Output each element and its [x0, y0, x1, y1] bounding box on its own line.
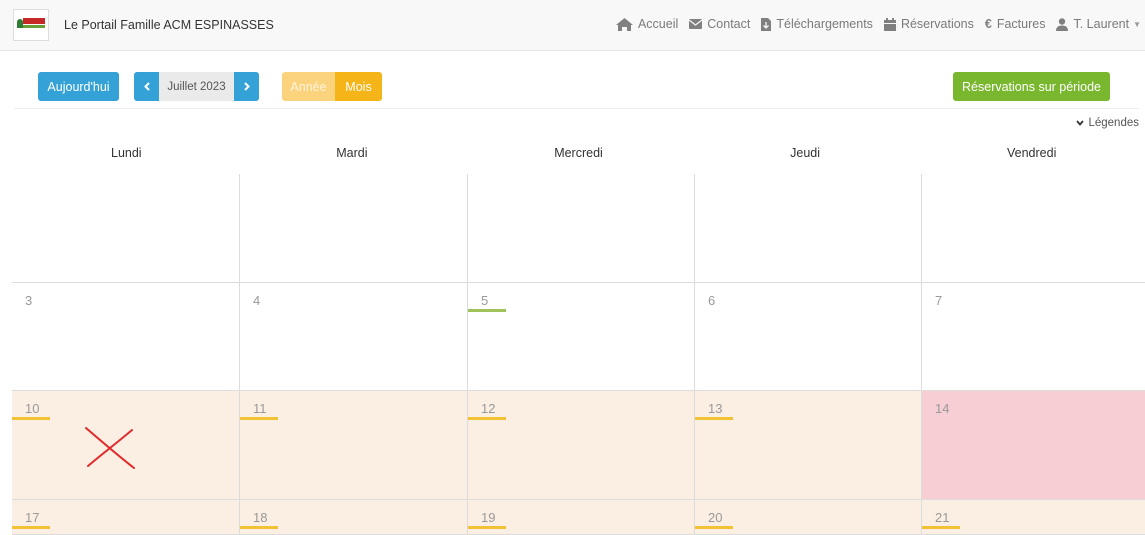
nav-telechargements[interactable]: Téléchargements: [761, 17, 873, 31]
nav-label: Contact: [707, 17, 751, 31]
nav-label: T. Laurent: [1073, 17, 1130, 31]
calendar-week-row: [0, 174, 1145, 283]
weekday-label: Jeudi: [790, 146, 821, 160]
home-icon: [615, 17, 633, 31]
day-number: 20: [708, 510, 723, 525]
day-number: 17: [25, 510, 40, 525]
calendar-day-cell[interactable]: [695, 174, 922, 283]
day-number: 14: [935, 401, 950, 416]
logo[interactable]: [13, 9, 49, 41]
reservation-indicator[interactable]: [468, 417, 506, 420]
calendar-day-cell[interactable]: 11: [240, 391, 468, 500]
calendar-day-cell[interactable]: 6: [695, 283, 922, 391]
calendar-day-cell[interactable]: 19: [468, 500, 695, 535]
chevron-down-icon: [1076, 120, 1085, 126]
calendar-week-row: 3 4 5 6 7: [0, 283, 1145, 391]
calendar-day-cell[interactable]: 13: [695, 391, 922, 500]
year-view-button[interactable]: Année: [282, 72, 335, 101]
current-month-label: Juillet 2023: [159, 72, 234, 101]
day-number: 12: [481, 401, 496, 416]
file-download-icon: [761, 17, 772, 31]
day-number: 19: [481, 510, 496, 525]
nav-label: Accueil: [637, 17, 679, 31]
calendar-day-cell[interactable]: 5: [468, 283, 695, 391]
calendar-day-cell[interactable]: 20: [695, 500, 922, 535]
day-number: 21: [935, 510, 950, 525]
reservation-indicator[interactable]: [468, 309, 506, 312]
month-view-button[interactable]: Mois: [335, 72, 382, 101]
weekday-label: Lundi: [111, 146, 142, 160]
calendar-day-cell[interactable]: [922, 174, 1145, 283]
nav-label: Réservations: [900, 17, 974, 31]
reservation-indicator[interactable]: [240, 417, 278, 420]
chevron-right-icon: [243, 82, 250, 91]
envelope-icon: [689, 19, 703, 29]
day-number: 13: [708, 401, 723, 416]
today-button[interactable]: Aujourd'hui: [38, 72, 119, 101]
calendar-day-cell[interactable]: [468, 174, 695, 283]
nav-accueil[interactable]: Accueil: [615, 17, 679, 31]
weekday-label: Mercredi: [554, 146, 603, 160]
calendar-day-cell[interactable]: 4: [240, 283, 468, 391]
nav-contact[interactable]: Contact: [689, 17, 750, 31]
day-number: 18: [253, 510, 268, 525]
euro-icon: €: [984, 17, 992, 31]
weekday-header: Lundi Mardi Mercredi Jeudi Vendredi: [0, 146, 1145, 174]
calendar-icon: [883, 17, 896, 31]
legend-label: Légendes: [1088, 117, 1139, 129]
calendar-day-cell[interactable]: 18: [240, 500, 468, 535]
chevron-left-icon: [143, 82, 150, 91]
weekday-label: Vendredi: [1007, 146, 1057, 160]
calendar-day-cell[interactable]: 17: [12, 500, 240, 535]
nav-label: Factures: [996, 17, 1046, 31]
day-number: 7: [935, 293, 943, 308]
top-navbar: Le Portail Famille ACM ESPINASSES Accuei…: [0, 0, 1145, 51]
period-reservation-button[interactable]: Réservations sur période: [953, 72, 1110, 101]
day-number: 3: [25, 293, 33, 308]
nav-reservations[interactable]: Réservations: [883, 17, 974, 31]
nav-user-menu[interactable]: T. Laurent ▼: [1056, 17, 1141, 31]
day-number: 5: [481, 293, 489, 308]
main-nav: Accueil Contact Téléchargements Réservat…: [605, 17, 1141, 31]
reservation-indicator[interactable]: [12, 417, 50, 420]
calendar-day-cell[interactable]: 7: [922, 283, 1145, 391]
reservation-indicator[interactable]: [12, 526, 50, 529]
reservation-indicator[interactable]: [922, 526, 960, 529]
day-number: 4: [253, 293, 261, 308]
reservation-indicator[interactable]: [695, 526, 733, 529]
day-number: 6: [708, 293, 716, 308]
prev-month-button[interactable]: [134, 72, 159, 101]
next-month-button[interactable]: [234, 72, 259, 101]
toolbar-divider: [14, 108, 1139, 109]
nav-label: Téléchargements: [776, 17, 873, 31]
user-icon: [1056, 17, 1069, 31]
day-number: 11: [253, 401, 267, 416]
calendar-week-row: 10 11 12 13 14: [0, 391, 1145, 500]
calendar-day-cell[interactable]: 14: [922, 391, 1145, 500]
legend-toggle[interactable]: Légendes: [1076, 117, 1139, 129]
cross-mark-icon: [85, 427, 135, 469]
chevron-down-icon: ▼: [1133, 19, 1141, 29]
calendar-week-row: 17 18 19 20 21: [0, 500, 1145, 535]
calendar-day-cell[interactable]: 12: [468, 391, 695, 500]
calendar-day-cell[interactable]: [240, 174, 468, 283]
reservation-indicator[interactable]: [240, 526, 278, 529]
weekday-label: Mardi: [336, 146, 368, 160]
nav-factures[interactable]: € Factures: [985, 17, 1046, 31]
reservation-indicator[interactable]: [695, 417, 733, 420]
day-number: 10: [25, 401, 40, 416]
reservation-indicator[interactable]: [468, 526, 506, 529]
calendar-day-cell[interactable]: 21: [922, 500, 1145, 535]
calendar-day-cell[interactable]: [12, 174, 240, 283]
brand-title[interactable]: Le Portail Famille ACM ESPINASSES: [64, 18, 274, 32]
calendar-toolbar: Aujourd'hui Juillet 2023 Année Mois Rése…: [0, 51, 1145, 137]
calendar-day-cell[interactable]: 3: [12, 283, 240, 391]
